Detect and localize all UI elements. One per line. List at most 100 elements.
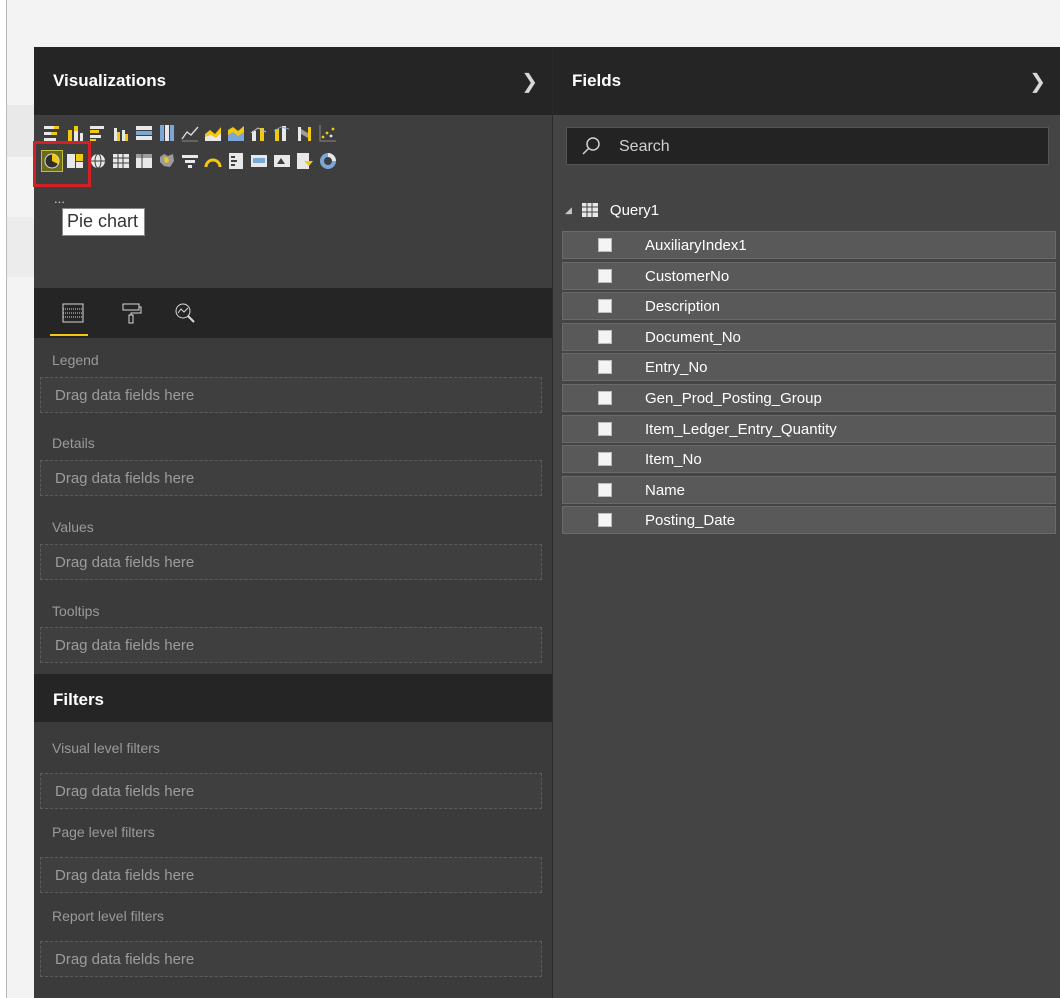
field-checkbox[interactable]: [598, 360, 612, 375]
well-placeholder: Drag data fields here: [55, 387, 195, 404]
pie-chart-icon[interactable]: [33, 141, 91, 187]
funnel-icon[interactable]: [180, 151, 200, 171]
field-label: Item_No: [645, 451, 702, 469]
search-placeholder: Search: [619, 138, 670, 155]
stacked-area-icon[interactable]: [226, 123, 246, 143]
field-label: Item_Ledger_Entry_Quantity: [645, 420, 837, 438]
area-chart-icon[interactable]: [203, 123, 223, 143]
field-item[interactable]: Name: [562, 475, 1056, 504]
filter-label-visual: Visual level filters: [52, 740, 160, 756]
field-checkbox[interactable]: [598, 482, 612, 497]
filters-title: Filters: [53, 690, 105, 709]
visual-gallery-row: [42, 123, 338, 143]
field-item[interactable]: Gen_Prod_Posting_Group: [562, 383, 1056, 412]
field-item[interactable]: Description: [562, 292, 1056, 321]
fields-search-input[interactable]: Search: [566, 127, 1049, 165]
field-label: Posting_Date: [645, 512, 736, 530]
table-name: Query1: [609, 201, 660, 219]
field-label: Gen_Prod_Posting_Group: [645, 389, 822, 407]
filled-map-icon[interactable]: [157, 151, 177, 171]
field-checkbox[interactable]: [598, 329, 612, 344]
field-checkbox[interactable]: [598, 268, 612, 283]
field-item[interactable]: AuxiliaryIndex1: [562, 231, 1056, 259]
field-list: AuxiliaryIndex1 CustomerNo Description D…: [562, 231, 1056, 537]
format-paintbrush-icon[interactable]: [116, 298, 146, 328]
analytics-magnifier-icon[interactable]: [170, 298, 200, 328]
canvas-visual-edge: [7, 105, 35, 157]
donut-chart-icon[interactable]: [318, 151, 338, 171]
well-placeholder: Drag data fields here: [55, 951, 195, 968]
fields-tab-icon[interactable]: [58, 298, 88, 328]
card-icon[interactable]: [249, 151, 269, 171]
field-checkbox[interactable]: [598, 421, 612, 436]
stacked-column-icon[interactable]: [65, 123, 85, 143]
stacked-bar-icon[interactable]: [42, 123, 62, 143]
filters-header: Filters: [34, 674, 552, 722]
table-icon[interactable]: [111, 151, 131, 171]
multi-row-card-icon[interactable]: [226, 151, 246, 171]
well-drop-zone-tooltips[interactable]: Drag data fields here: [40, 627, 542, 663]
scatter-chart-icon[interactable]: [318, 123, 338, 143]
field-label: AuxiliaryIndex1: [645, 237, 747, 254]
field-checkbox[interactable]: [598, 390, 612, 405]
well-placeholder: Drag data fields here: [55, 470, 195, 487]
clustered-column-icon[interactable]: [111, 123, 131, 143]
well-placeholder: Drag data fields here: [55, 554, 195, 571]
fields-pane: Fields ❯ Search ◢ Query1 AuxiliaryIndex1…: [552, 47, 1060, 998]
field-checkbox[interactable]: [598, 238, 612, 252]
matrix-icon[interactable]: [134, 151, 154, 171]
well-label-details: Details: [52, 435, 95, 451]
gauge-icon[interactable]: [203, 151, 223, 171]
collapse-triangle-icon[interactable]: ◢: [565, 205, 572, 216]
visual-gallery-row: [33, 141, 338, 187]
field-item[interactable]: Item_No: [562, 445, 1056, 474]
clustered-bar-icon[interactable]: [88, 123, 108, 143]
visualizations-title: Visualizations: [53, 71, 167, 90]
field-checkbox[interactable]: [598, 299, 612, 314]
kpi-icon[interactable]: [272, 151, 292, 171]
field-item[interactable]: Posting_Date: [562, 506, 1056, 535]
field-label: Description: [645, 298, 721, 316]
field-item[interactable]: Item_Ledger_Entry_Quantity: [562, 414, 1056, 443]
line-stacked-column-icon[interactable]: [272, 123, 292, 143]
line-chart-icon[interactable]: [180, 123, 200, 143]
canvas-top-bar: [6, 0, 1060, 47]
ribbon-chart-icon[interactable]: [295, 123, 315, 143]
well-placeholder: Drag data fields here: [55, 783, 195, 800]
chevron-right-icon[interactable]: ❯: [1029, 69, 1046, 94]
more-visuals-label[interactable]: ...: [54, 191, 65, 206]
filter-label-page: Page level filters: [52, 824, 155, 840]
well-drop-zone-legend[interactable]: Drag data fields here: [40, 377, 542, 413]
chevron-right-icon[interactable]: ❯: [521, 69, 538, 94]
table-node-query1[interactable]: ◢ Query1: [565, 200, 659, 220]
filter-drop-zone-report[interactable]: Drag data fields here: [40, 941, 542, 977]
selection-highlight-box: [33, 141, 91, 187]
pie-chart-tooltip: Pie chart: [62, 208, 146, 236]
well-drop-zone-details[interactable]: Drag data fields here: [40, 460, 542, 496]
100-stacked-bar-icon[interactable]: [134, 123, 154, 143]
line-column-icon[interactable]: [249, 123, 269, 143]
field-checkbox[interactable]: [598, 513, 612, 528]
fields-title: Fields: [572, 71, 622, 90]
field-item[interactable]: Entry_No: [562, 353, 1056, 382]
filter-drop-zone-page[interactable]: Drag data fields here: [40, 857, 542, 893]
well-drop-zone-values[interactable]: Drag data fields here: [40, 544, 542, 580]
fields-header: Fields ❯: [553, 47, 1060, 115]
100-stacked-column-icon[interactable]: [157, 123, 177, 143]
field-checkbox[interactable]: [598, 452, 612, 467]
field-label: CustomerNo: [645, 267, 730, 285]
field-item[interactable]: Document_No: [562, 322, 1056, 351]
field-label: Document_No: [645, 328, 741, 346]
visualizations-pane: Visualizations ❯ ... Pie chart Legend Dr…: [33, 47, 552, 998]
well-label-legend: Legend: [52, 352, 99, 368]
slicer-icon[interactable]: [295, 151, 315, 171]
field-item[interactable]: CustomerNo: [562, 261, 1056, 290]
well-label-values: Values: [52, 519, 94, 535]
filter-label-report: Report level filters: [52, 908, 165, 924]
search-icon: [582, 137, 600, 155]
filter-drop-zone-visual[interactable]: Drag data fields here: [40, 773, 542, 809]
table-icon: [581, 203, 598, 217]
map-icon[interactable]: [88, 151, 108, 171]
pane-tabs: [34, 288, 552, 338]
canvas-visual-edge: [7, 217, 35, 277]
